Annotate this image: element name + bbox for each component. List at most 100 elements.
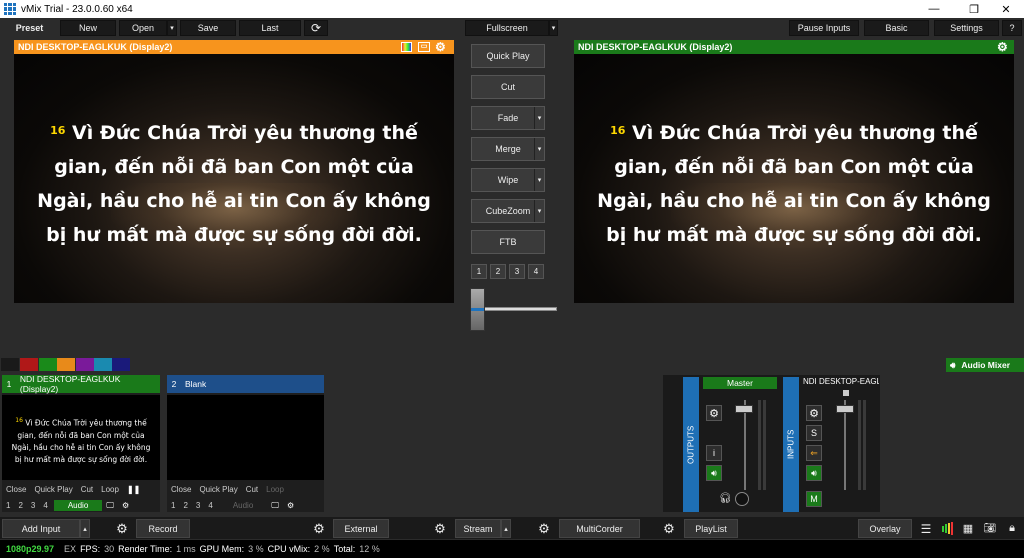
- gear-icon[interactable]: ⚙: [706, 405, 722, 421]
- open-dropdown[interactable]: ▾: [167, 20, 177, 36]
- display-icon[interactable]: ▭: [418, 42, 430, 52]
- pause-inputs-button[interactable]: Pause Inputs: [789, 20, 859, 36]
- multicorder-button[interactable]: MultiCorder: [559, 519, 640, 538]
- transition-3-button[interactable]: 3: [509, 264, 525, 279]
- overlay-4-button[interactable]: 4: [204, 501, 216, 510]
- color-swatch-cyan[interactable]: [94, 358, 112, 371]
- basic-button[interactable]: Basic: [864, 20, 929, 36]
- close-button[interactable]: ✕: [988, 0, 1024, 18]
- mute-button[interactable]: M: [806, 491, 822, 507]
- transition-1-button[interactable]: 1: [471, 264, 487, 279]
- wipe-button[interactable]: Wipe ▾: [471, 168, 545, 192]
- restore-button[interactable]: ❐: [956, 0, 992, 18]
- volume-knob[interactable]: [735, 492, 749, 506]
- gear-icon[interactable]: ⚙: [283, 501, 298, 510]
- arrow-left-icon[interactable]: ⇐: [806, 445, 822, 461]
- input-fader-knob[interactable]: [836, 405, 854, 413]
- chevron-down-icon[interactable]: ▾: [534, 138, 544, 160]
- fade-button[interactable]: Fade ▾: [471, 106, 545, 130]
- overlay-2-button[interactable]: 2: [14, 501, 26, 510]
- transition-2-button[interactable]: 2: [490, 264, 506, 279]
- cut-button[interactable]: Cut: [471, 75, 545, 99]
- loop-input-button[interactable]: Loop: [97, 485, 123, 496]
- gear-icon[interactable]: ⚙: [435, 40, 446, 54]
- speaker-icon[interactable]: 🔊︎: [706, 465, 722, 481]
- solo-button[interactable]: S: [806, 425, 822, 441]
- lock-icon[interactable]: 🔒︎: [1000, 519, 1024, 538]
- overlay-3-button[interactable]: 3: [192, 501, 204, 510]
- t-bar-track[interactable]: [483, 307, 557, 311]
- gear-icon[interactable]: ⚙: [532, 519, 556, 538]
- fullscreen-button[interactable]: Fullscreen: [465, 20, 549, 36]
- minimize-button[interactable]: —: [916, 0, 952, 18]
- input-card-2[interactable]: 2 Blank Close Quick Play Cut Loop 1 2 3 …: [167, 375, 324, 512]
- overlay-1-button[interactable]: 1: [2, 501, 14, 510]
- refresh-icon[interactable]: ⟳: [304, 20, 328, 36]
- color-icon[interactable]: [401, 42, 412, 52]
- playlist-button[interactable]: PlayList: [684, 519, 738, 538]
- input-card-1[interactable]: 1 NDI DESKTOP-EAGLKUK (Display2) 16 Vì Đ…: [2, 374, 160, 512]
- color-swatch-purple[interactable]: [76, 358, 94, 371]
- cut-input-button[interactable]: Cut: [77, 485, 97, 496]
- new-button[interactable]: New: [60, 20, 116, 36]
- help-button[interactable]: ?: [1002, 20, 1022, 36]
- preview-screen[interactable]: 16 Vì Đức Chúa Trời yêu thương thế gian,…: [14, 54, 454, 303]
- t-bar-handle[interactable]: [470, 288, 485, 331]
- add-input-dropdown[interactable]: ▴: [80, 519, 90, 538]
- monitor-icon[interactable]: 🖵︎: [102, 501, 118, 511]
- quick-play-input-button[interactable]: Quick Play: [195, 485, 241, 496]
- quick-play-button[interactable]: Quick Play: [471, 44, 545, 68]
- last-button[interactable]: Last: [239, 20, 301, 36]
- camera-icon[interactable]: 📷︎: [978, 519, 1002, 538]
- color-swatch-black[interactable]: [1, 358, 19, 371]
- audio-button[interactable]: Audio: [219, 500, 267, 511]
- gear-icon[interactable]: ⚙: [997, 40, 1008, 54]
- overlay-button[interactable]: Overlay: [858, 519, 912, 538]
- transition-4-button[interactable]: 4: [528, 264, 544, 279]
- info-button[interactable]: i: [706, 445, 722, 461]
- audio-button[interactable]: Audio: [53, 500, 103, 511]
- overlay-2-button[interactable]: 2: [179, 501, 191, 510]
- gear-icon[interactable]: ⚙: [118, 501, 133, 510]
- monitor-icon[interactable]: 🖵︎: [267, 501, 283, 511]
- pause-icon[interactable]: ❚❚: [123, 485, 144, 496]
- open-button[interactable]: Open: [119, 20, 167, 36]
- gear-icon[interactable]: ⚙: [806, 405, 822, 421]
- overlay-4-button[interactable]: 4: [39, 501, 51, 510]
- chevron-down-icon[interactable]: ▾: [534, 200, 544, 222]
- ftb-button[interactable]: FTB: [471, 230, 545, 254]
- color-swatch-green[interactable]: [39, 358, 57, 371]
- close-input-button[interactable]: Close: [2, 485, 30, 496]
- save-button[interactable]: Save: [180, 20, 236, 36]
- add-input-button[interactable]: Add Input: [2, 519, 80, 538]
- color-swatch-orange[interactable]: [57, 358, 75, 371]
- gear-icon[interactable]: ⚙: [110, 519, 134, 538]
- gear-icon[interactable]: ⚙: [307, 519, 331, 538]
- cubezoom-button[interactable]: CubeZoom ▾: [471, 199, 545, 223]
- external-button[interactable]: External: [333, 519, 389, 538]
- grid-icon[interactable]: ▦: [956, 519, 980, 538]
- merge-button[interactable]: Merge ▾: [471, 137, 545, 161]
- close-input-button[interactable]: Close: [167, 485, 195, 496]
- loop-input-button[interactable]: Loop: [262, 485, 288, 496]
- settings-button[interactable]: Settings: [934, 20, 999, 36]
- headphones-icon[interactable]: 🎧︎: [719, 493, 732, 504]
- color-swatch-red[interactable]: [20, 358, 38, 371]
- fullscreen-dropdown[interactable]: ▾: [549, 20, 558, 36]
- balance-handle[interactable]: [843, 390, 849, 396]
- gear-icon[interactable]: ⚙: [657, 519, 681, 538]
- overlay-3-button[interactable]: 3: [27, 501, 39, 510]
- master-fader-knob[interactable]: [735, 405, 753, 413]
- record-button[interactable]: Record: [136, 519, 190, 538]
- gear-icon[interactable]: ⚙: [428, 519, 452, 538]
- input-thumbnail[interactable]: 16 Vì Đức Chúa Trời yêu thương thế gian,…: [2, 395, 160, 480]
- quick-play-input-button[interactable]: Quick Play: [30, 485, 76, 496]
- speaker-icon[interactable]: 🔊︎: [806, 465, 822, 481]
- stream-dropdown[interactable]: ▴: [501, 519, 511, 538]
- chevron-down-icon[interactable]: ▾: [534, 107, 544, 129]
- cut-input-button[interactable]: Cut: [242, 485, 262, 496]
- color-swatch-blue[interactable]: [112, 358, 130, 371]
- input-thumbnail[interactable]: [167, 395, 324, 480]
- chevron-down-icon[interactable]: ▾: [534, 169, 544, 191]
- overlay-1-button[interactable]: 1: [167, 501, 179, 510]
